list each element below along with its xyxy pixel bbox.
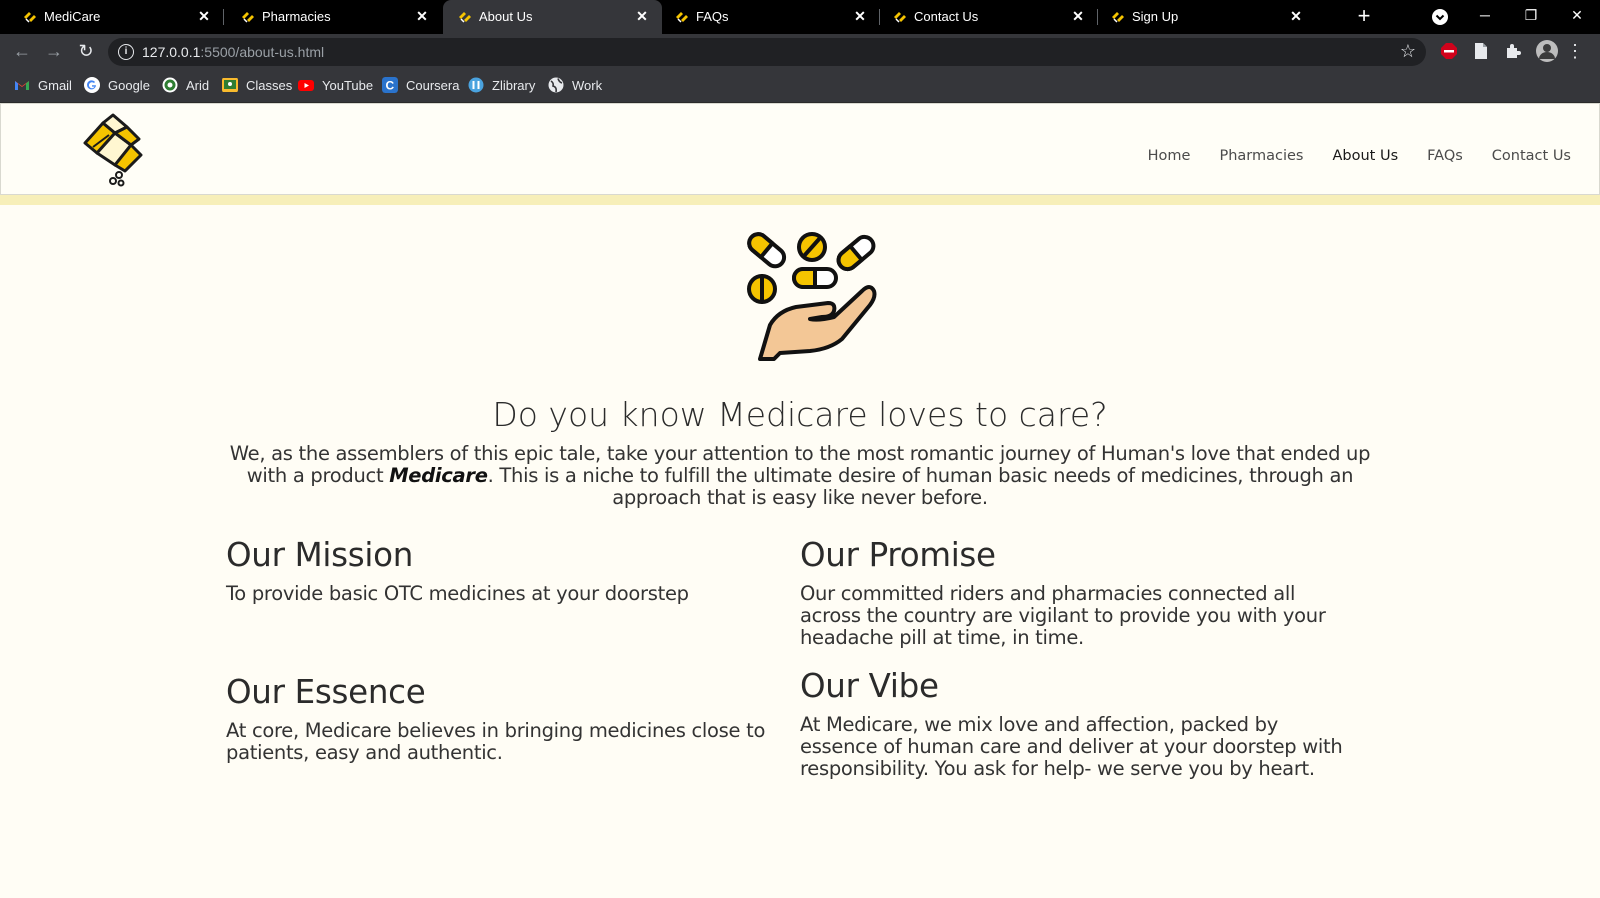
- zlibrary-icon: [468, 77, 484, 93]
- medicare-favicon-icon: [242, 12, 254, 23]
- arid-icon: [162, 77, 178, 93]
- bookmark-coursera[interactable]: C Coursera: [382, 76, 459, 94]
- tab-sign-up[interactable]: Sign Up ✕: [1098, 0, 1316, 34]
- site-navbar: Home Pharmacies About Us FAQs Contact Us: [0, 103, 1600, 195]
- document-extension-icon[interactable]: [1472, 42, 1490, 60]
- tab-pharmacies[interactable]: Pharmacies ✕: [224, 0, 442, 34]
- google-icon: [84, 77, 100, 93]
- close-tab-icon[interactable]: ✕: [414, 8, 430, 24]
- nav-pharmacies[interactable]: Pharmacies: [1219, 148, 1303, 164]
- browser-menu-kebab-icon[interactable]: ⋮: [1566, 41, 1584, 61]
- essence-title: Our Essence: [226, 673, 426, 711]
- bookmarks-bar: Gmail Google Arid Classes YouTube C Cour…: [0, 68, 1600, 103]
- close-window-icon[interactable]: ✕: [1554, 0, 1600, 30]
- mission-text: To provide basic OTC medicines at your d…: [226, 582, 689, 605]
- close-tab-icon[interactable]: ✕: [1070, 8, 1086, 24]
- classroom-icon: [222, 78, 238, 92]
- medicare-favicon-icon: [24, 12, 36, 23]
- new-tab-plus-icon[interactable]: +: [1352, 5, 1376, 29]
- bookmark-arid[interactable]: Arid: [162, 76, 209, 94]
- bookmark-youtube[interactable]: YouTube: [298, 76, 373, 94]
- tab-title: Pharmacies: [262, 9, 331, 24]
- bookmark-work[interactable]: Work: [548, 76, 602, 94]
- restore-icon[interactable]: ❐: [1508, 0, 1554, 30]
- address-bar[interactable]: i 127.0.0.1:5500/about-us.html ☆: [108, 38, 1426, 66]
- nav-contact-us[interactable]: Contact Us: [1492, 148, 1571, 164]
- promise-section: Our Promise Our committed riders and pha…: [800, 536, 1360, 649]
- site-nav-links: Home Pharmacies About Us FAQs Contact Us: [1148, 148, 1571, 164]
- mission-title: Our Mission: [226, 536, 414, 574]
- url-text: 127.0.0.1:5500/about-us.html: [142, 44, 325, 60]
- bookmark-zlibrary[interactable]: Zlibrary: [468, 76, 535, 94]
- medicare-favicon-icon: [894, 12, 906, 23]
- profile-avatar-icon[interactable]: [1536, 40, 1558, 62]
- nav-faqs[interactable]: FAQs: [1427, 148, 1463, 164]
- vibe-title: Our Vibe: [800, 667, 939, 705]
- youtube-icon: [298, 80, 314, 91]
- medicare-favicon-icon: [676, 12, 688, 23]
- tab-title: FAQs: [696, 9, 729, 24]
- bookmark-google[interactable]: Google: [84, 76, 150, 94]
- vibe-section: Our Vibe At Medicare, we mix love and af…: [800, 667, 1360, 780]
- browser-tab-strip: MediCare ✕ Pharmacies ✕ About Us ✕ FAQs …: [0, 0, 1600, 34]
- adblock-extension-icon[interactable]: [1440, 42, 1458, 60]
- tab-title: About Us: [479, 9, 533, 24]
- bookmark-gmail[interactable]: Gmail: [14, 76, 72, 94]
- intro-paragraph: We, as the assemblers of this epic tale,…: [229, 442, 1371, 509]
- medicare-favicon-icon: [459, 12, 471, 23]
- minimize-icon[interactable]: ─: [1462, 0, 1508, 30]
- mission-section: Our Mission To provide basic OTC medicin…: [226, 536, 786, 605]
- essence-text: At core, Medicare believes in bringing m…: [226, 719, 766, 764]
- forward-arrow-icon[interactable]: →: [44, 41, 64, 61]
- brand-name: Medicare: [389, 464, 488, 487]
- tab-medicare[interactable]: MediCare ✕: [0, 0, 224, 34]
- navbar-accent-strip: [0, 195, 1600, 205]
- reload-icon[interactable]: ↻: [76, 41, 96, 61]
- tab-search-dropdown-icon[interactable]: [1432, 9, 1448, 25]
- svg-text:C: C: [386, 79, 395, 93]
- browser-toolbar: ← → ↻ i 127.0.0.1:5500/about-us.html ☆ ⋮: [0, 34, 1600, 68]
- page-heading: Do you know Medicare loves to care?: [492, 395, 1108, 434]
- back-arrow-icon[interactable]: ←: [12, 41, 32, 61]
- tab-title: MediCare: [44, 9, 101, 24]
- medicare-logo-icon[interactable]: [79, 113, 147, 188]
- site-info-icon[interactable]: i: [118, 44, 134, 60]
- close-tab-icon[interactable]: ✕: [196, 8, 212, 24]
- close-tab-icon[interactable]: ✕: [634, 8, 650, 24]
- close-tab-icon[interactable]: ✕: [1288, 8, 1304, 24]
- coursera-icon: C: [382, 77, 398, 93]
- tab-title: Contact Us: [914, 9, 979, 24]
- globe-icon: [548, 77, 564, 93]
- extensions-puzzle-icon[interactable]: [1504, 42, 1522, 60]
- close-tab-icon[interactable]: ✕: [852, 8, 868, 24]
- tab-faqs[interactable]: FAQs ✕: [662, 0, 880, 34]
- promise-title: Our Promise: [800, 536, 996, 574]
- tab-contact-us[interactable]: Contact Us ✕: [880, 0, 1098, 34]
- bookmark-classes[interactable]: Classes: [222, 76, 292, 94]
- hand-with-pills-icon: [747, 232, 877, 361]
- bookmark-star-icon[interactable]: ☆: [1400, 41, 1416, 62]
- essence-section: Our Essence At core, Medicare believes i…: [226, 673, 766, 764]
- nav-about-us[interactable]: About Us: [1332, 148, 1398, 164]
- medicare-favicon-icon: [1112, 12, 1124, 23]
- tab-about-us[interactable]: About Us ✕: [443, 0, 662, 34]
- vibe-text: At Medicare, we mix love and affection, …: [800, 713, 1343, 780]
- gmail-icon: [15, 81, 29, 90]
- nav-home[interactable]: Home: [1148, 148, 1191, 164]
- promise-text: Our committed riders and pharmacies conn…: [800, 582, 1326, 649]
- tab-title: Sign Up: [1132, 9, 1179, 24]
- page-content: Home Pharmacies About Us FAQs Contact Us: [0, 103, 1600, 898]
